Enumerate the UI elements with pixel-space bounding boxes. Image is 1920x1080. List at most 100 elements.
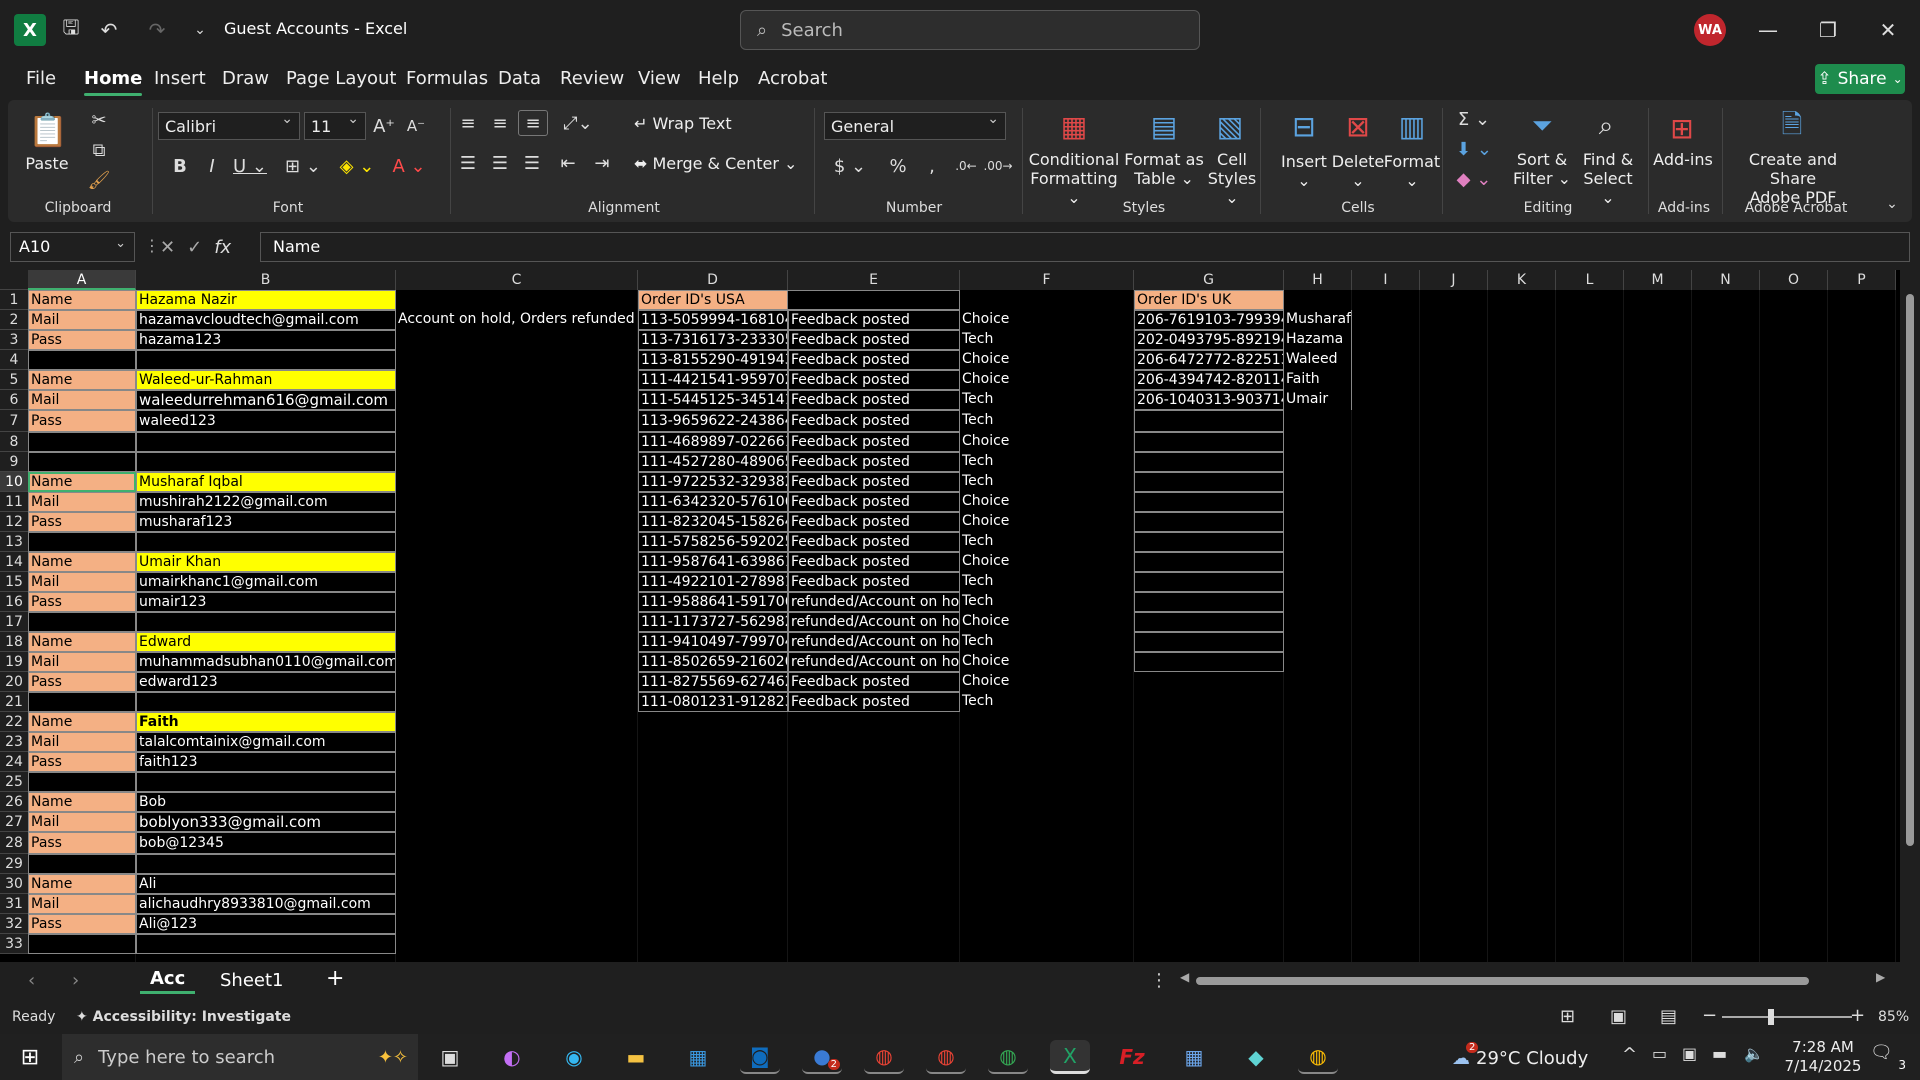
cell-d18[interactable]: 111-9410497-7997043 bbox=[638, 632, 788, 652]
cell-b26[interactable]: Bob bbox=[136, 792, 396, 812]
align-right-icon[interactable]: ☰ bbox=[518, 150, 546, 176]
cell-b1[interactable]: Hazama Nazir bbox=[136, 290, 396, 310]
file-explorer-icon[interactable]: ▬ bbox=[616, 1040, 656, 1074]
format-as-table-icon[interactable]: ▤ bbox=[1144, 108, 1184, 144]
outlook-icon[interactable]: ◙ bbox=[740, 1040, 780, 1074]
cell-d1[interactable]: Order ID's USA bbox=[638, 290, 788, 310]
cell-e4[interactable]: Feedback posted bbox=[788, 350, 960, 370]
cell-a27[interactable]: Mail bbox=[28, 812, 136, 832]
cell-e3[interactable]: Feedback posted bbox=[788, 330, 960, 350]
cell-b30[interactable]: Ali bbox=[136, 874, 396, 894]
paste-button[interactable]: Paste bbox=[22, 154, 72, 173]
cell-a33[interactable] bbox=[28, 934, 136, 954]
cell-b29[interactable] bbox=[136, 854, 396, 874]
cell-b6[interactable]: waleedurrehman616@gmail.com bbox=[136, 390, 396, 410]
cell-b24[interactable]: faith123 bbox=[136, 752, 396, 772]
find-select-button[interactable]: Find & Select ⌄ bbox=[1576, 150, 1640, 207]
tab-insert[interactable]: Insert bbox=[154, 68, 206, 89]
column-header-f[interactable]: F bbox=[960, 270, 1134, 290]
row-header[interactable]: 2 bbox=[0, 310, 28, 330]
cell-a18[interactable]: Name bbox=[28, 632, 136, 652]
cell-f11[interactable]: Choice bbox=[960, 492, 1134, 512]
orientation-icon[interactable]: ⤢⌄ bbox=[558, 110, 598, 136]
number-format-select[interactable]: General bbox=[824, 111, 1006, 140]
chevron-up-icon[interactable]: ^ bbox=[1622, 1044, 1637, 1065]
cell-a6[interactable]: Mail bbox=[28, 390, 136, 410]
row-header[interactable]: 5 bbox=[0, 370, 28, 390]
cell-f1[interactable] bbox=[960, 290, 1134, 310]
cell-b33[interactable] bbox=[136, 934, 396, 954]
task-view-icon[interactable]: ▣ bbox=[430, 1040, 470, 1074]
save-icon[interactable]: 🖫 bbox=[56, 14, 86, 46]
cell-a7[interactable]: Pass bbox=[28, 410, 136, 432]
cell-g17[interactable] bbox=[1134, 612, 1284, 632]
cell-a28[interactable]: Pass bbox=[28, 832, 136, 854]
scroll-left-icon[interactable]: ◀ bbox=[1180, 970, 1189, 984]
cell-d11[interactable]: 111-6342320-5761060 bbox=[638, 492, 788, 512]
cell-g11[interactable] bbox=[1134, 492, 1284, 512]
tab-draw[interactable]: Draw bbox=[222, 68, 269, 89]
search-box[interactable]: ⌕ Search bbox=[740, 10, 1200, 50]
cell-b5[interactable]: Waleed-ur-Rahman bbox=[136, 370, 396, 390]
cell-b20[interactable]: edward123 bbox=[136, 672, 396, 692]
cell-g15[interactable] bbox=[1134, 572, 1284, 592]
cell-g14[interactable] bbox=[1134, 552, 1284, 572]
restore-icon[interactable]: ❐ bbox=[1808, 12, 1848, 48]
column-header-m[interactable]: M bbox=[1624, 270, 1692, 290]
sort-filter-button[interactable]: Sort & Filter ⌄ bbox=[1510, 150, 1574, 188]
cell-b12[interactable]: musharaf123 bbox=[136, 512, 396, 532]
cell-b28[interactable]: bob@12345 bbox=[136, 832, 396, 854]
name-box[interactable]: A10 ⌄ bbox=[10, 232, 135, 262]
cell-f13[interactable]: Tech bbox=[960, 532, 1134, 552]
select-all-corner[interactable] bbox=[0, 270, 28, 290]
cell-h3[interactable]: Hazama bbox=[1284, 330, 1352, 350]
column-header-b[interactable]: B bbox=[136, 270, 396, 290]
sort-filter-icon[interactable]: ⏷ bbox=[1522, 108, 1562, 144]
align-middle-icon[interactable]: ≡ bbox=[486, 110, 514, 136]
cell-d12[interactable]: 111-8232045-1582644 bbox=[638, 512, 788, 532]
merge-center-button[interactable]: ⬌ Merge & Center ⌄ bbox=[634, 154, 806, 173]
cut-icon[interactable]: ✂ bbox=[84, 108, 114, 132]
cell-a29[interactable] bbox=[28, 854, 136, 874]
row-header[interactable]: 22 bbox=[0, 712, 28, 732]
cell-b4[interactable] bbox=[136, 350, 396, 370]
cell-g1[interactable]: Order ID's UK bbox=[1134, 290, 1284, 310]
cell-a2[interactable]: Mail bbox=[28, 310, 136, 330]
fill-color-icon[interactable]: ◈ ⌄ bbox=[334, 152, 380, 180]
chevron-left-icon[interactable]: ‹ bbox=[28, 970, 35, 991]
cell-a16[interactable]: Pass bbox=[28, 592, 136, 612]
cell-b25[interactable] bbox=[136, 772, 396, 792]
cell-f14[interactable]: Choice bbox=[960, 552, 1134, 572]
cell-a32[interactable]: Pass bbox=[28, 914, 136, 934]
cell-e11[interactable]: Feedback posted bbox=[788, 492, 960, 512]
cell-d14[interactable]: 111-9587641-6398613 bbox=[638, 552, 788, 572]
font-color-icon[interactable]: A ⌄ bbox=[386, 152, 432, 180]
row-header[interactable]: 32 bbox=[0, 914, 28, 934]
percent-icon[interactable]: % bbox=[884, 152, 912, 180]
cell-h6[interactable]: Umair bbox=[1284, 390, 1352, 410]
collapse-ribbon-icon[interactable]: ⌄ bbox=[1882, 194, 1902, 214]
cell-b14[interactable]: Umair Khan bbox=[136, 552, 396, 572]
tab-home[interactable]: Home bbox=[84, 68, 143, 96]
delete-cells-icon[interactable]: ⊠ bbox=[1338, 108, 1378, 144]
clear-icon[interactable]: ◆ ⌄ bbox=[1452, 166, 1496, 192]
cell-e16[interactable]: refunded/Account on hold bbox=[788, 592, 960, 612]
column-header-d[interactable]: D bbox=[638, 270, 788, 290]
chrome-icon[interactable]: ◍ bbox=[988, 1040, 1028, 1074]
row-header[interactable]: 7 bbox=[0, 410, 28, 432]
cell-e1[interactable] bbox=[788, 290, 960, 310]
cell-b19[interactable]: muhammadsubhan0110@gmail.com bbox=[136, 652, 396, 672]
cell-f16[interactable]: Tech bbox=[960, 592, 1134, 612]
page-layout-view-icon[interactable]: ▣ bbox=[1610, 1006, 1627, 1027]
tab-file[interactable]: File bbox=[26, 68, 56, 89]
cell-d19[interactable]: 111-8502659-2160208 bbox=[638, 652, 788, 672]
tab-review[interactable]: Review bbox=[560, 68, 624, 89]
cell-b17[interactable] bbox=[136, 612, 396, 632]
row-header[interactable]: 18 bbox=[0, 632, 28, 652]
decrease-indent-icon[interactable]: ⇤ bbox=[554, 150, 582, 176]
comma-style-icon[interactable]: , bbox=[918, 152, 946, 180]
cell-g4[interactable]: 206-6472772-8225135 bbox=[1134, 350, 1284, 370]
customize-toolbar-icon[interactable]: ⌄ bbox=[188, 14, 212, 46]
cell-f15[interactable]: Tech bbox=[960, 572, 1134, 592]
cell-g16[interactable] bbox=[1134, 592, 1284, 612]
